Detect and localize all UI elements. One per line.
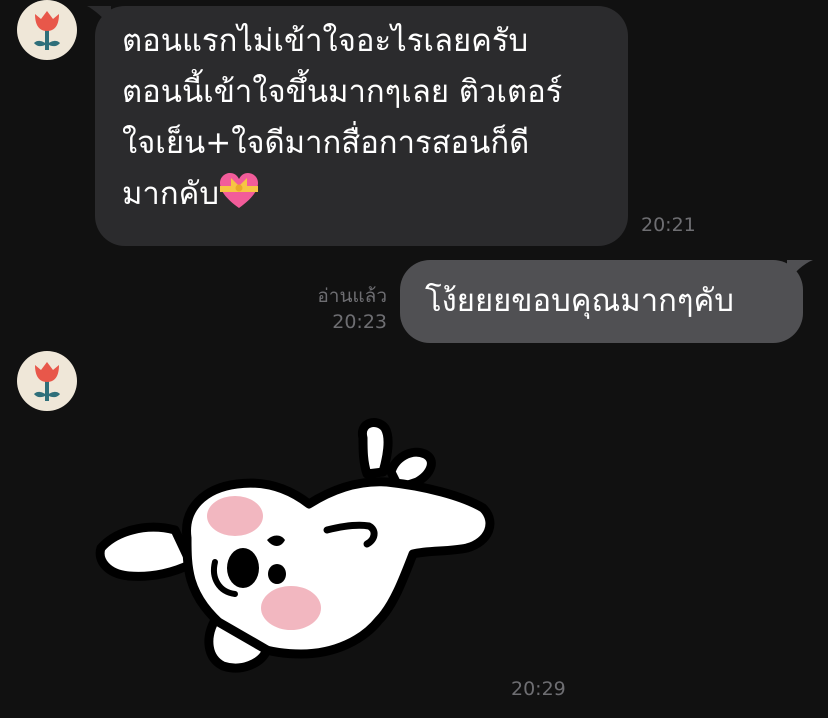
message-timestamp: 20:21	[641, 214, 696, 236]
bubble-tail	[87, 6, 111, 26]
chat-screen: ตอนแรกไม่เข้าใจอะไรเลยครับ ตอนนี้เข้าใจข…	[0, 0, 828, 718]
contact-avatar[interactable]	[17, 0, 77, 60]
read-receipt-label: อ่านแล้ว	[317, 285, 387, 307]
puppy-lying-on-back-sticker[interactable]	[95, 410, 505, 680]
message-text: มากคับ	[122, 176, 220, 212]
message-text-line: ตอนนี้เข้าใจขึ้นมากๆเลย ติวเตอร์	[122, 74, 563, 110]
message-timestamp: 20:29	[511, 678, 566, 700]
message-timestamp: 20:23	[332, 311, 387, 333]
red-flower-icon	[34, 11, 60, 50]
puppy-sticker-illustration	[95, 418, 495, 673]
heart-with-ribbon-icon	[220, 173, 259, 208]
bubble-tail	[787, 260, 813, 282]
message-text-line: ใจเย็น+ใจดีมากสื่อการสอนก็ดี	[122, 125, 530, 161]
message-text-line: ตอนแรกไม่เข้าใจอะไรเลยครับ	[122, 23, 529, 59]
message-text: โง้ยยยขอบคุณมากๆคับ	[425, 283, 734, 319]
incoming-message-bubble[interactable]: ตอนแรกไม่เข้าใจอะไรเลยครับ ตอนนี้เข้าใจข…	[87, 6, 628, 246]
outgoing-message-bubble[interactable]: โง้ยยยขอบคุณมากๆคับ	[400, 260, 813, 343]
contact-avatar[interactable]	[17, 351, 77, 411]
message-text-line-with-emoji: มากคับ	[122, 169, 604, 220]
red-flower-icon	[34, 362, 60, 401]
